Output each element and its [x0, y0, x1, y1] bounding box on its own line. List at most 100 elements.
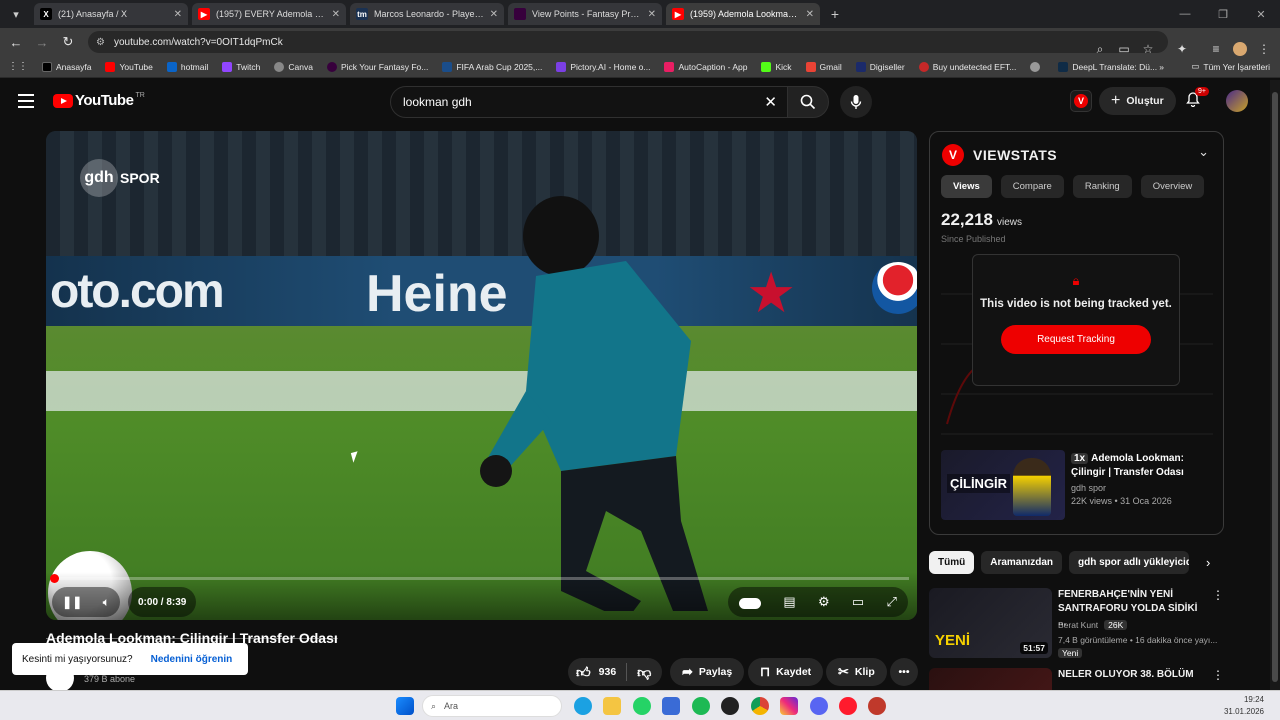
progress-bar[interactable] [50, 574, 909, 583]
all-bookmarks-folder[interactable]: » ▭ Tüm Yer İşaretleri [1159, 61, 1270, 72]
minimize-icon[interactable]: — [1166, 0, 1204, 28]
video-player[interactable]: oto.com Heine ★ gdh SPOR ❚❚ 🔈︎ 0:00 / 8:… [46, 131, 917, 620]
chevron-right-icon[interactable]: » [1159, 62, 1164, 72]
chatgpt-icon[interactable] [721, 697, 739, 715]
voice-search-button[interactable] [840, 86, 872, 118]
clear-search-icon[interactable]: ✕ [764, 93, 777, 111]
menu-icon[interactable] [18, 94, 34, 112]
more-vertical-icon[interactable]: ⋮ [1212, 588, 1224, 602]
viewstats-extension-button[interactable]: V [1070, 90, 1092, 112]
browser-tab[interactable]: ▶ (1957) EVERY Ademola Lookman ✕ [192, 3, 346, 25]
apps-icon[interactable]: ⋮⋮ [8, 61, 28, 72]
save-button[interactable]: ⊓ Kaydet [748, 658, 824, 686]
bookmark[interactable]: DeepL Translate: Dü... [1058, 61, 1157, 72]
chip-uploader[interactable]: gdh spor adlı yükleyiciden [1069, 551, 1190, 574]
survey-link[interactable]: Nedenini öğrenin [151, 654, 233, 665]
bookmark[interactable]: Kick [761, 61, 792, 72]
tab-search-button[interactable]: ▾ [4, 3, 28, 25]
chevron-right-icon[interactable]: › [1206, 555, 1210, 570]
site-info-icon[interactable]: ⚙ [96, 37, 108, 48]
media-icon[interactable]: ≡ [1204, 42, 1228, 56]
bookmark[interactable]: Canva [274, 61, 313, 72]
search-input[interactable]: lookman gdh ✕ [390, 86, 788, 118]
request-tracking-button[interactable]: Request Tracking [1001, 325, 1151, 354]
bookmark[interactable]: AutoCaption - App [664, 61, 747, 72]
edge-icon[interactable] [574, 697, 592, 715]
video-thumbnail[interactable]: ÇİLİNGİR [941, 450, 1065, 520]
clip-button[interactable]: ✂ Klip [826, 658, 887, 686]
avatar[interactable] [1226, 90, 1248, 112]
pause-icon[interactable]: ❚❚ [62, 595, 82, 609]
scrubber-handle[interactable] [50, 574, 59, 583]
browser-menu-icon[interactable]: ⋮ [1252, 42, 1276, 56]
zoom-icon[interactable]: ⌕ [1088, 42, 1112, 57]
extensions-icon[interactable]: ✦ [1170, 42, 1194, 56]
page-scrollbar[interactable] [1270, 80, 1280, 690]
chevron-down-icon[interactable]: ⌄ [1198, 144, 1209, 160]
like-icon[interactable]: 👍︎ [576, 664, 591, 681]
share-button[interactable]: ➦ Paylaş [670, 658, 745, 686]
tab-views[interactable]: Views [941, 175, 992, 198]
game-app-icon[interactable] [868, 697, 886, 715]
restore-icon[interactable]: ❐ [1204, 0, 1242, 28]
more-actions-button[interactable]: ••• [890, 658, 918, 686]
tab-ranking[interactable]: Ranking [1072, 175, 1132, 198]
profile-avatar-icon[interactable] [1228, 42, 1252, 56]
bookmark[interactable]: Digiseller [855, 61, 905, 72]
more-vertical-icon[interactable]: ⋮ [1212, 668, 1224, 682]
close-icon[interactable]: ✕ [490, 9, 498, 20]
bookmark[interactable]: Buy undetected EFT... [918, 61, 1016, 72]
close-icon[interactable]: ✕ [174, 9, 182, 20]
chip-from-search[interactable]: Aramanızdan [981, 551, 1063, 574]
store-icon[interactable] [662, 697, 680, 715]
search-button[interactable] [787, 86, 829, 118]
bookmark-star-icon[interactable]: ☆ [1136, 42, 1160, 56]
new-tab-button[interactable]: + [826, 5, 844, 23]
browser-tab[interactable]: tm Marcos Leonardo - Player profi ✕ [350, 3, 504, 25]
bookmark[interactable] [1030, 61, 1044, 72]
list-item[interactable]: YENİ 51:57 FENERBAHÇE'NİN YENİ SANTRAFOR… [929, 588, 1229, 660]
forward-icon[interactable]: → [30, 30, 54, 54]
bookmark[interactable]: hotmail [166, 61, 208, 72]
spotify-icon[interactable] [692, 697, 710, 715]
close-icon[interactable]: ✕ [806, 9, 814, 20]
windows-start-icon[interactable] [396, 697, 414, 715]
youtube-logo[interactable]: YouTube TR [53, 92, 145, 109]
bookmark[interactable]: Pictory.AI - Home o... [556, 61, 650, 72]
browser-tab-active[interactable]: ▶ (1959) Ademola Lookman: Çilin ✕ [666, 3, 820, 25]
bookmark[interactable]: YouTube [105, 61, 153, 72]
back-icon[interactable]: ← [4, 30, 28, 54]
close-window-icon[interactable]: ✕ [1242, 0, 1280, 28]
dislike-icon[interactable]: 👎︎ [637, 664, 651, 681]
volume-icon[interactable]: 🔈︎ [103, 595, 110, 610]
opera-icon[interactable] [839, 697, 857, 715]
discord-icon[interactable] [810, 697, 828, 715]
reload-icon[interactable]: ↻ [56, 30, 80, 54]
system-clock[interactable]: 19:24 31.01.2026 [1224, 694, 1264, 718]
video-thumbnail[interactable] [929, 668, 1052, 690]
address-bar[interactable]: ⚙ youtube.com/watch?v=0OIT1dqPmCk [88, 31, 1168, 53]
create-button[interactable]: + Oluştur [1099, 87, 1176, 115]
tab-compare[interactable]: Compare [1000, 175, 1064, 198]
bookmark[interactable]: Pick Your Fantasy Fo... [326, 61, 428, 72]
bookmark[interactable]: Anasayfa [42, 61, 91, 72]
fullscreen-icon[interactable]: ⤢ [886, 594, 896, 610]
subtitles-icon[interactable]: ▤ [783, 594, 795, 610]
bookmark[interactable]: Twitch [222, 61, 260, 72]
bookmark[interactable]: FIFA Arab Cup 2025,... [442, 61, 542, 72]
autoplay-toggle[interactable] [739, 595, 762, 610]
cast-icon[interactable]: ▭ [1112, 42, 1136, 56]
list-item[interactable]: NELER OLUYOR 38. BÖLÜM ⋮ [929, 668, 1229, 690]
instagram-icon[interactable] [780, 697, 798, 715]
notifications-button[interactable]: 9+ [1186, 87, 1209, 110]
browser-tab[interactable]: X (21) Anasayfa / X ✕ [34, 3, 188, 25]
whatsapp-icon[interactable] [633, 697, 651, 715]
settings-gear-icon[interactable]: ⚙ [818, 594, 830, 610]
file-explorer-icon[interactable] [603, 697, 621, 715]
video-meta-title[interactable]: 1x Ademola Lookman: Çilingir | Transfer O… [1071, 452, 1211, 480]
scrollbar-thumb[interactable] [1272, 92, 1278, 682]
chrome-icon[interactable] [751, 697, 769, 715]
browser-tab[interactable]: View Points - Fantasy Premier L ✕ [508, 3, 662, 25]
taskbar-search[interactable]: ⌕ Ara [422, 695, 562, 717]
tab-overview[interactable]: Overview [1140, 175, 1205, 198]
